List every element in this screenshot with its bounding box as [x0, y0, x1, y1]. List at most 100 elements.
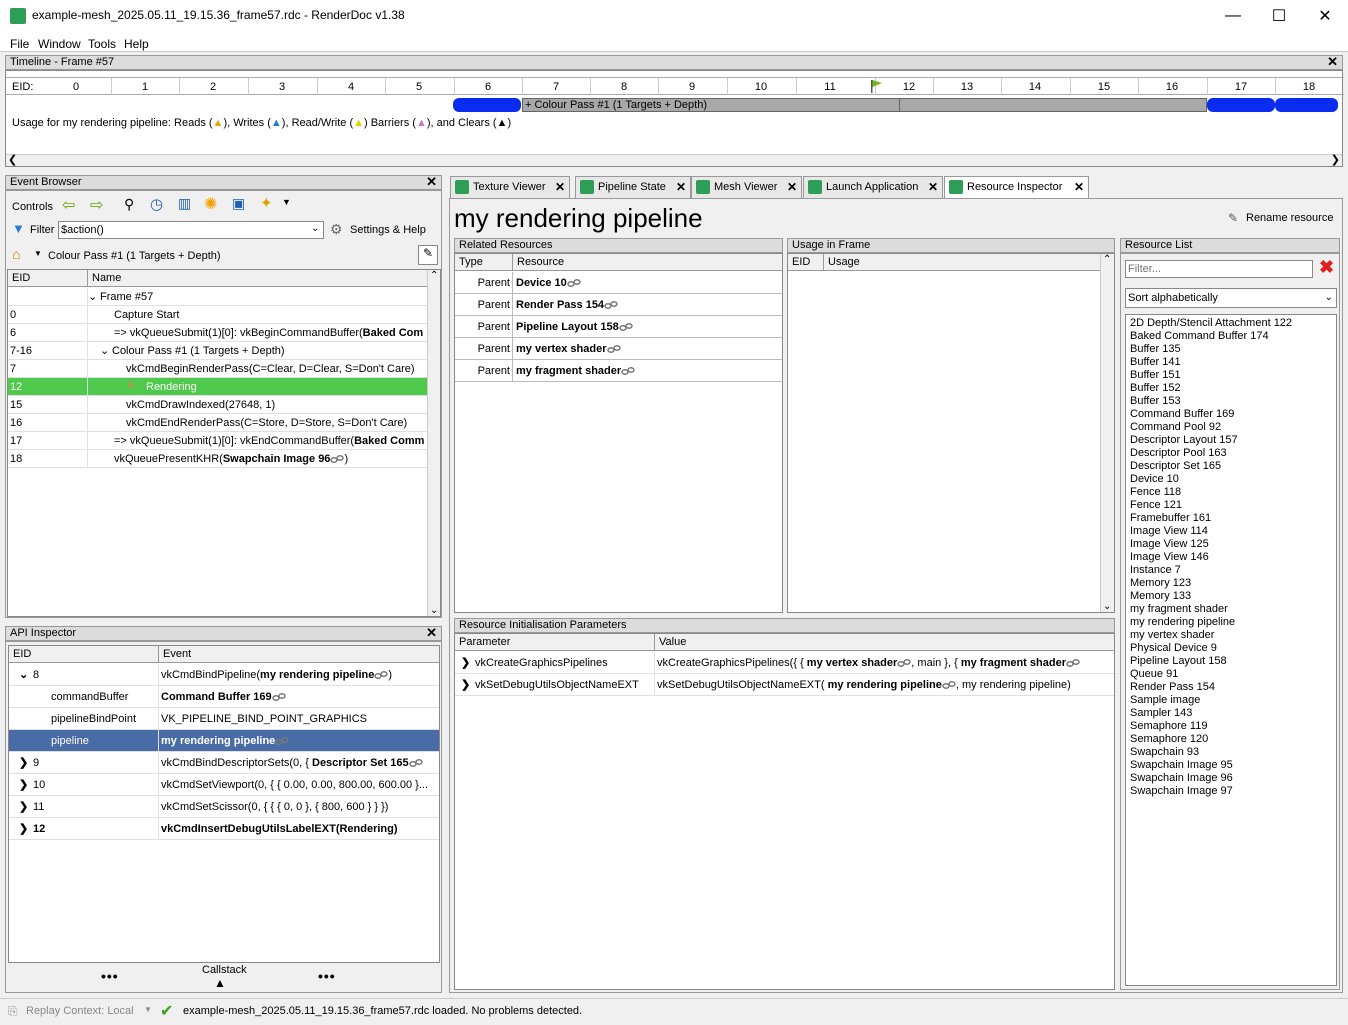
resource-list-item[interactable]: Swapchain Image 96 [1130, 772, 1233, 785]
resource-list-item[interactable]: Buffer 153 [1130, 395, 1181, 408]
related-row[interactable]: Parent Render Pass 154 [455, 294, 782, 316]
event-row[interactable]: 18 vkQueuePresentKHR(Swapchain Image 96) [8, 450, 427, 468]
col-parameter[interactable]: Parameter [455, 634, 655, 651]
back-arrow-icon[interactable]: ⇦ [62, 195, 75, 215]
resource-list-item[interactable]: Image View 125 [1130, 538, 1209, 551]
sort-select[interactable]: Sort alphabetically ⌄ [1125, 288, 1337, 308]
tab-mesh-viewer[interactable]: Mesh Viewer ✕ [691, 176, 802, 198]
tab-resource-inspector[interactable]: Resource Inspector ✕ [944, 176, 1089, 198]
resource-list-item[interactable]: Image View 146 [1130, 551, 1209, 564]
api-resource-link[interactable]: my rendering pipeline [260, 669, 374, 681]
timeline-tick[interactable]: 8 [614, 81, 634, 93]
resource-list-item[interactable]: Sample image [1130, 694, 1200, 707]
resource-list-item[interactable]: Pipeline Layout 158 [1130, 655, 1227, 668]
timeline-tick[interactable]: 9 [682, 81, 702, 93]
related-row[interactable]: Parent Device 10 [455, 272, 782, 294]
resource-link[interactable]: Device 10 [516, 277, 567, 289]
col-name[interactable]: Name [88, 270, 428, 287]
chevron-up-icon[interactable]: ⌃ [1103, 254, 1111, 265]
colour-pass-bar[interactable]: + Colour Pass #1 (1 Targets + Depth) [522, 98, 1207, 112]
api-row[interactable]: ❯ 10 vkCmdSetViewport(0, { { 0.00, 0.00, 8… [9, 774, 439, 796]
more-icon[interactable]: ••• [318, 968, 336, 984]
resource-list-item[interactable]: Buffer 135 [1130, 343, 1181, 356]
chevron-right-icon[interactable]: ❯ [19, 774, 33, 795]
event-row[interactable]: 6 => vkQueueSubmit(1)[0]: vkBeginCommandB… [8, 324, 427, 342]
resource-list-item[interactable]: my vertex shader [1130, 629, 1214, 642]
more-icon[interactable]: ••• [101, 968, 119, 984]
tab-pipeline-state[interactable]: Pipeline State ✕ [575, 176, 691, 198]
rename-resource-button[interactable]: Rename resource [1246, 212, 1333, 224]
expand-up-icon[interactable]: ▲ [214, 976, 226, 990]
find-icon[interactable]: ⚲ [124, 196, 134, 213]
resource-list-item[interactable]: 2D Depth/Stencil Attachment 122 [1130, 317, 1292, 330]
resource-link[interactable]: my rendering pipeline [828, 679, 942, 691]
api-resource-link[interactable]: Descriptor Set 165 [312, 757, 409, 769]
event-resource-link[interactable]: Baked Com [363, 327, 424, 339]
timeline-tick[interactable]: 10 [751, 81, 771, 93]
timeline-event-marker[interactable] [453, 98, 521, 112]
usage-scrollbar[interactable]: ⌃ ⌄ [1100, 254, 1114, 612]
timeline-tick[interactable]: 1 [135, 81, 155, 93]
forward-arrow-icon[interactable]: ⇨ [90, 195, 103, 215]
close-icon[interactable]: ✕ [555, 177, 565, 197]
edit-icon[interactable]: ✎ [418, 245, 438, 265]
event-resource-link[interactable]: Swapchain Image 96 [223, 453, 331, 465]
api-row[interactable]: pipeline my rendering pipeline [9, 730, 439, 752]
api-resource-link[interactable]: Command Buffer 169 [161, 691, 272, 703]
resource-list-item[interactable]: Swapchain Image 95 [1130, 759, 1233, 772]
timeline-tick[interactable]: 5 [409, 81, 429, 93]
resource-list-item[interactable]: Image View 114 [1130, 525, 1208, 538]
replay-context[interactable]: Replay Context: Local [26, 1005, 134, 1017]
resource-list-item[interactable]: my rendering pipeline [1130, 616, 1235, 629]
event-row[interactable]: 7-16 ⌄ Colour Pass #1 (1 Targets + Depth) [8, 342, 427, 360]
resource-link[interactable]: my vertex shader [516, 343, 607, 355]
close-icon[interactable]: ✕ [676, 177, 686, 197]
resource-list-item[interactable]: my fragment shader [1130, 603, 1228, 616]
resource-list-item[interactable]: Buffer 151 [1130, 369, 1181, 382]
api-resource-link[interactable]: my rendering pipeline [161, 735, 275, 747]
resource-link[interactable]: Render Pass 154 [516, 299, 604, 311]
init-row[interactable]: ❯ vkCreateGraphicsPipelines vkCreateGraphi… [455, 652, 1114, 674]
close-icon[interactable]: ✕ [426, 626, 437, 639]
api-row[interactable]: pipelineBindPoint VK_PIPELINE_BIND_POINT_… [9, 708, 439, 730]
settings-cog-icon[interactable]: ✺ [204, 194, 217, 214]
stats-icon[interactable]: ▥ [178, 195, 191, 212]
resource-list-item[interactable]: Instance 7 [1130, 564, 1181, 577]
api-row[interactable]: ❯ 11 vkCmdSetScissor(0, { { { 0, 0 }, { 80… [9, 796, 439, 818]
resource-list-item[interactable]: Memory 123 [1130, 577, 1191, 590]
api-row[interactable]: commandBuffer Command Buffer 169 [9, 686, 439, 708]
api-resource-link[interactable]: vkCmdInsertDebugUtilsLabelEXT(Rendering) [161, 823, 398, 835]
resource-list-item[interactable]: Descriptor Pool 163 [1130, 447, 1227, 460]
timeline-tick[interactable]: 2 [203, 81, 223, 93]
timeline-tick[interactable]: 16 [1162, 81, 1182, 93]
chevron-right-icon[interactable]: ❯ [19, 796, 33, 817]
related-table[interactable]: Type Resource Parent Device 10 Parent Rende… [454, 253, 783, 613]
resource-list-item[interactable]: Swapchain 93 [1130, 746, 1199, 759]
dropdown-arrow-icon[interactable]: ▼ [34, 249, 42, 258]
resource-filter-input[interactable] [1125, 260, 1313, 278]
rename-icon[interactable]: ✎ [1228, 211, 1238, 225]
callstack-label[interactable]: Callstack [202, 964, 247, 976]
event-resource-link[interactable]: Baked Comm [354, 435, 424, 447]
event-tree[interactable]: EID Name ⌄ Frame #57 0 Capture Start 6 => vkQ… [7, 269, 441, 617]
resource-list-item[interactable]: Command Buffer 169 [1130, 408, 1234, 421]
menu-help[interactable]: Help [124, 37, 149, 51]
save-icon[interactable]: ▣ [232, 195, 245, 212]
chevron-down-icon[interactable]: ⌄ [1103, 601, 1111, 612]
timeline-tick[interactable]: 0 [66, 81, 86, 93]
dropdown-arrow-icon[interactable]: ▼ [282, 197, 291, 207]
resource-link[interactable]: my vertex shader [807, 657, 898, 669]
event-row[interactable]: 7 vkCmdBeginRenderPass(C=Clear, D=Clear, … [8, 360, 427, 378]
resource-list-item[interactable]: Command Pool 92 [1130, 421, 1221, 434]
timeline-panel[interactable]: EID: 0 1 2 3 4 5 6 7 8 9 10 11 12 13 14 15 16 17 18 + Colo… [5, 70, 1344, 167]
dropdown-arrow-icon[interactable]: ▼ [144, 1005, 152, 1014]
timer-icon[interactable]: ◷ [150, 195, 163, 213]
timeline-tick[interactable]: 15 [1094, 81, 1114, 93]
resource-list-item[interactable]: Queue 91 [1130, 668, 1178, 681]
close-icon[interactable]: ✕ [1074, 177, 1084, 197]
api-row[interactable]: ⌄ 8 vkCmdBindPipeline(my rendering pipelin… [9, 664, 439, 686]
clear-filter-icon[interactable]: ✖ [1319, 257, 1334, 278]
related-row[interactable]: Parent my vertex shader [455, 338, 782, 360]
resource-link[interactable]: my fragment shader [961, 657, 1066, 669]
resource-list-item[interactable]: Render Pass 154 [1130, 681, 1215, 694]
